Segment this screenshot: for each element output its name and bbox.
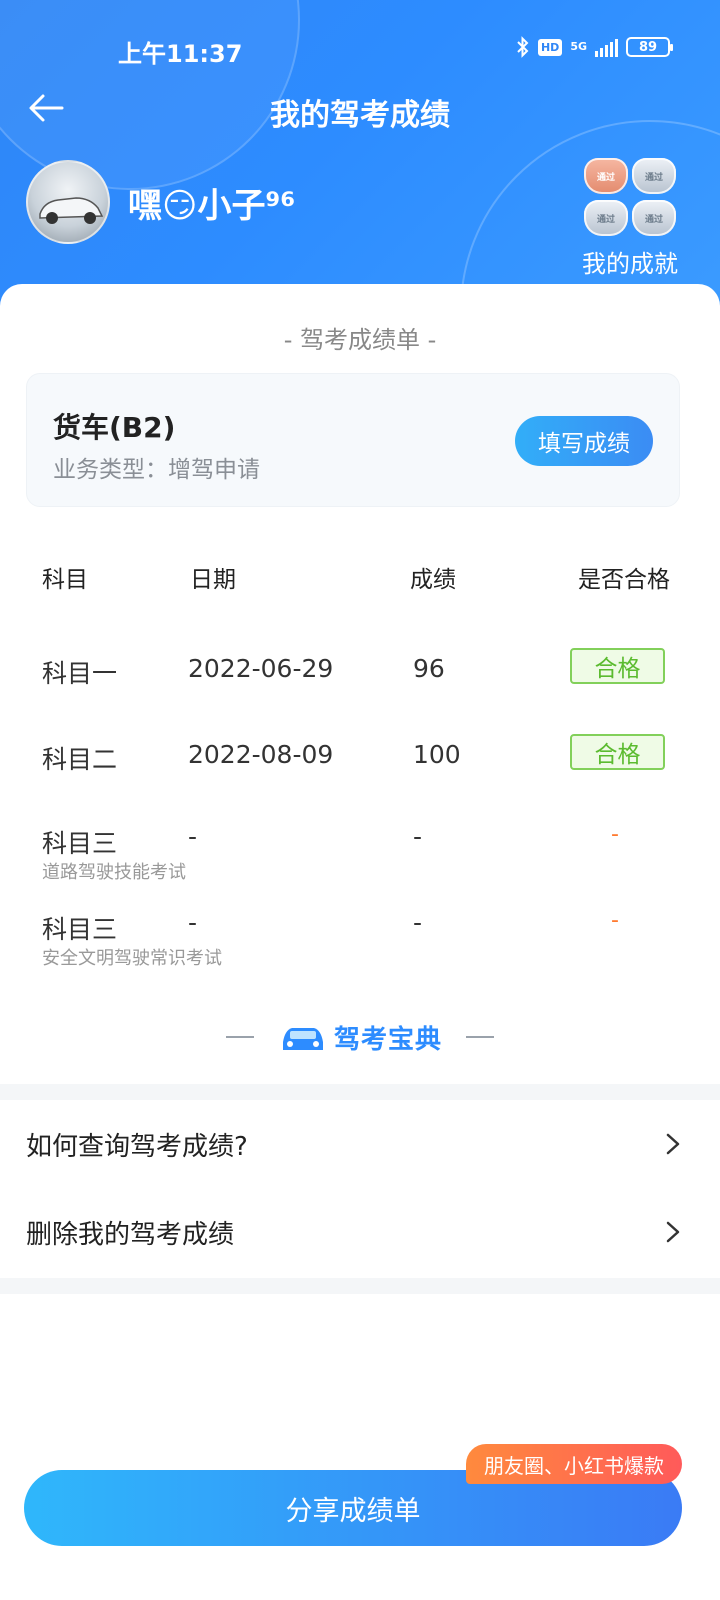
row-date: - (188, 908, 198, 937)
medal-icon: 通过 (632, 158, 676, 194)
hd-badge: HD (537, 38, 563, 56)
report-title: - 驾考成绩单 - (283, 326, 437, 354)
username: 嘿😏小子⁹⁶ (128, 186, 296, 226)
row-date: - (188, 822, 198, 851)
header-pass: 是否合格 (578, 567, 670, 593)
chevron-right-icon (666, 1221, 680, 1243)
row-subject: 科目三 (42, 915, 118, 944)
status-icons: HD 5G 89 (516, 36, 673, 58)
medal-icon: 通过 (584, 200, 628, 236)
header-subject: 科目 (42, 567, 88, 593)
menu-item-how-to-query[interactable]: 如何查询驾考成绩? (0, 1100, 720, 1188)
medal-grid: 通过 通过 通过 通过 (582, 158, 678, 236)
row-score: 96 (413, 654, 445, 683)
achievements-label: 我的成就 (582, 250, 678, 278)
row-date: 2022-06-29 (188, 654, 334, 683)
battery-icon: 89 (626, 37, 673, 57)
row-date: 2022-08-09 (188, 740, 334, 769)
row-subject: 科目三 (42, 829, 118, 858)
brand-row: 驾考宝典 (0, 1014, 720, 1060)
brand-divider (466, 1036, 494, 1038)
license-card: 货车(B2) 业务类型：增驾申请 填写成绩 (26, 373, 680, 507)
car-logo-icon (282, 1028, 323, 1050)
signal-icon (595, 37, 618, 57)
row-result: - (611, 822, 619, 847)
row-subject: 科目二 (42, 745, 118, 774)
brand-divider (225, 1036, 254, 1038)
medal-icon: 通过 (584, 158, 628, 194)
network-label: 5G (570, 40, 587, 53)
avatar[interactable] (26, 160, 110, 244)
profile-header: 上午11:37 HD 5G 89 我的驾考成绩 嘿😏小子⁹⁶ 通过 通过 通过 … (0, 0, 720, 320)
fill-score-button[interactable]: 填写成绩 (515, 416, 653, 466)
menu-item-label: 如何查询驾考成绩? (26, 1131, 248, 1162)
table-row: 科目一 2022-06-29 96 合格 (0, 644, 720, 724)
business-type: 业务类型：增驾申请 (53, 457, 260, 483)
row-subtitle: 道路驾驶技能考试 (42, 862, 186, 883)
battery-level: 89 (638, 39, 658, 55)
status-bar: 上午11:37 HD 5G 89 (0, 0, 720, 96)
header-date: 日期 (190, 567, 236, 593)
row-score: 100 (413, 740, 461, 769)
section-divider (0, 1278, 720, 1294)
chevron-right-icon (666, 1133, 680, 1155)
table-row: 科目三 安全文明驾驶常识考试 - - - (0, 902, 720, 982)
achievements-button[interactable]: 通过 通过 通过 通过 我的成就 (582, 158, 678, 279)
header-score: 成绩 (410, 567, 456, 593)
menu-item-label: 删除我的驾考成绩 (26, 1219, 235, 1250)
medal-icon: 通过 (632, 200, 676, 236)
brand-logo: 驾考宝典 (278, 1019, 442, 1056)
row-result: - (611, 908, 619, 933)
brand-name: 驾考宝典 (333, 1024, 442, 1055)
promo-tag: 朋友圈、小红书爆款 (466, 1444, 682, 1484)
menu-item-delete-score[interactable]: 删除我的驾考成绩 (0, 1188, 720, 1276)
status-time: 上午11:37 (118, 40, 243, 68)
page-title: 我的驾考成绩 (270, 98, 450, 133)
pass-badge: 合格 (570, 648, 665, 684)
row-subject: 科目一 (42, 659, 118, 688)
row-score: - (413, 822, 423, 851)
bluetooth-icon (517, 36, 529, 58)
row-subtitle: 安全文明驾驶常识考试 (42, 948, 222, 969)
row-score: - (413, 908, 423, 937)
section-divider (0, 1084, 720, 1100)
table-row: 科目二 2022-08-09 100 合格 (0, 730, 720, 810)
license-type: 货车(B2) (53, 411, 176, 444)
table-row: 科目三 道路驾驶技能考试 - - - (0, 816, 720, 896)
pass-badge: 合格 (570, 734, 665, 770)
car-avatar-icon (39, 197, 104, 224)
